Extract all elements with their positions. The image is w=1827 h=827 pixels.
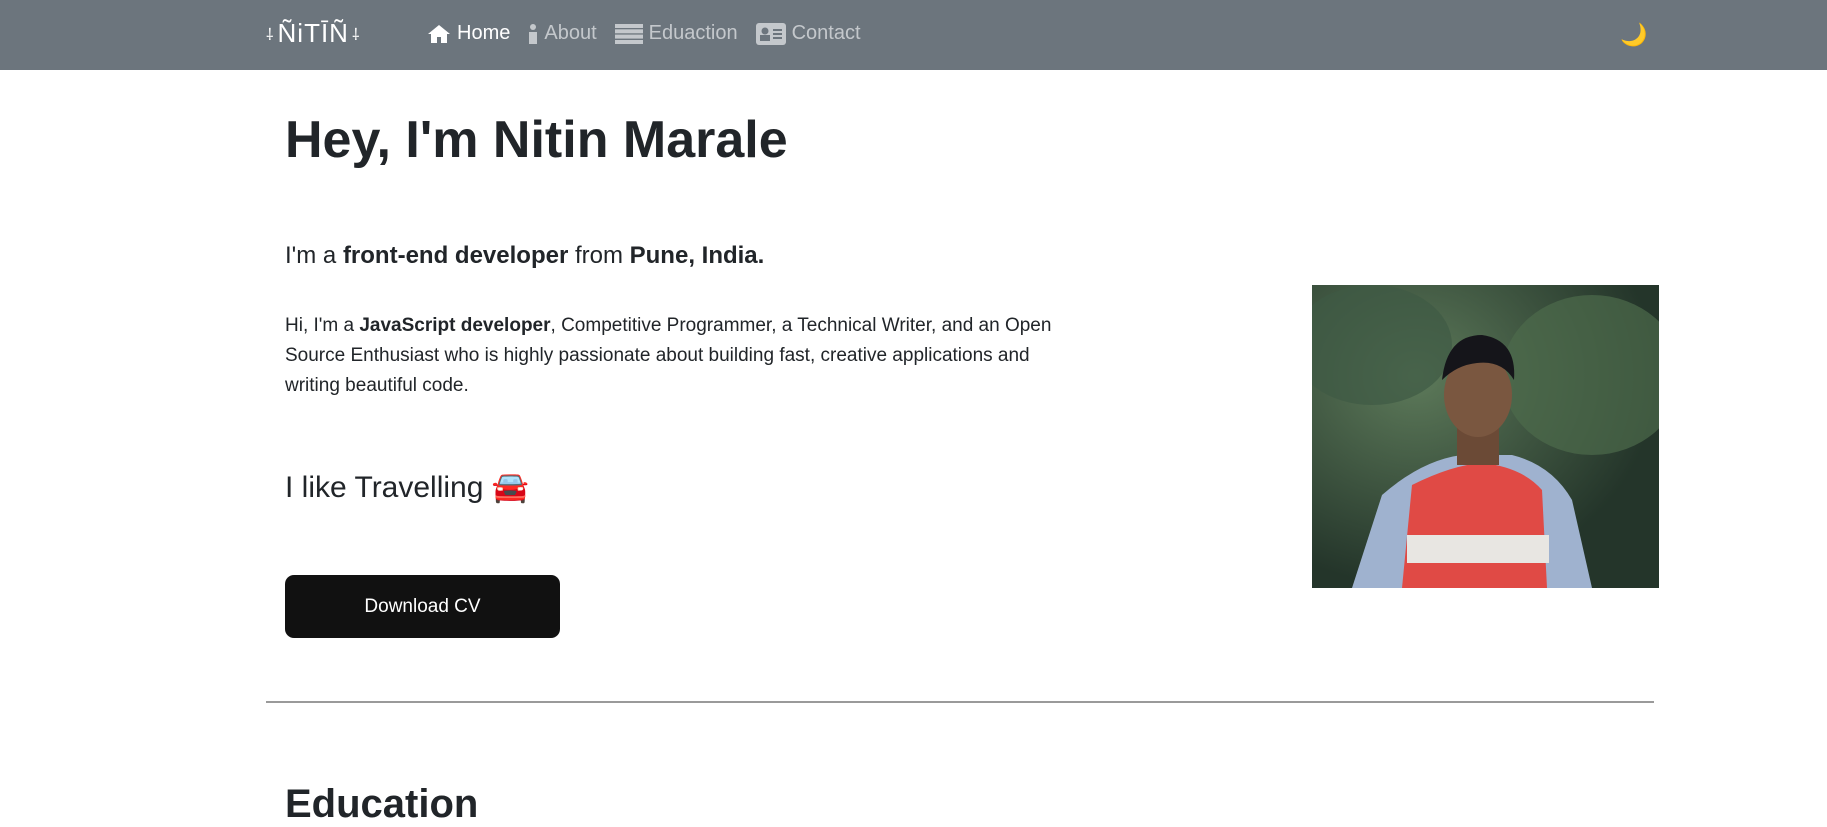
nav-home[interactable]: Home	[427, 22, 510, 45]
nav-contact[interactable]: Contact	[755, 22, 861, 45]
nav-label: Home	[457, 22, 511, 44]
download-cv-button[interactable]: Download CV	[285, 575, 560, 638]
nav-education[interactable]: Eduaction	[614, 22, 738, 45]
role: front-end developer	[342, 242, 569, 269]
logo[interactable]: ⸸ ÑiTĪÑ ⸸	[266, 18, 360, 49]
nav-about[interactable]: About	[528, 22, 597, 45]
section-divider	[266, 701, 1654, 703]
logo-ornament-icon: ⸸	[351, 26, 361, 44]
location: Pune, India.	[629, 242, 765, 269]
info-icon	[529, 23, 538, 44]
nav-label: About	[544, 22, 597, 44]
bio-paragraph: Hi, I'm a JavaScript developer, Competit…	[285, 311, 1065, 401]
text: Hi, I'm a	[285, 315, 360, 336]
home-icon	[428, 24, 450, 43]
theme-toggle-moon-icon[interactable]: 🌙	[1620, 22, 1647, 48]
travel-heading: I like Travelling 🚘	[285, 471, 530, 504]
page-title: Hey, I'm Nitin Marale	[285, 111, 788, 169]
logo-text: ÑiTĪÑ	[277, 18, 349, 48]
education-heading: Education	[285, 782, 479, 826]
nav-label: Eduaction	[648, 22, 738, 44]
text: from	[568, 242, 630, 269]
bold-text: JavaScript developer	[359, 315, 551, 336]
nav-label: Contact	[791, 22, 861, 44]
list-icon	[614, 23, 643, 44]
navbar: ⸸ ÑiTĪÑ ⸸ Home About Eduaction Contact 🌙	[0, 0, 1827, 70]
logo-ornament-icon: ⸸	[266, 26, 275, 44]
intro-subtitle: I'm a front-end developer from Pune, Ind…	[285, 242, 764, 270]
text: I'm a	[285, 242, 343, 269]
profile-photo	[1312, 285, 1659, 588]
id-card-icon	[755, 22, 786, 45]
